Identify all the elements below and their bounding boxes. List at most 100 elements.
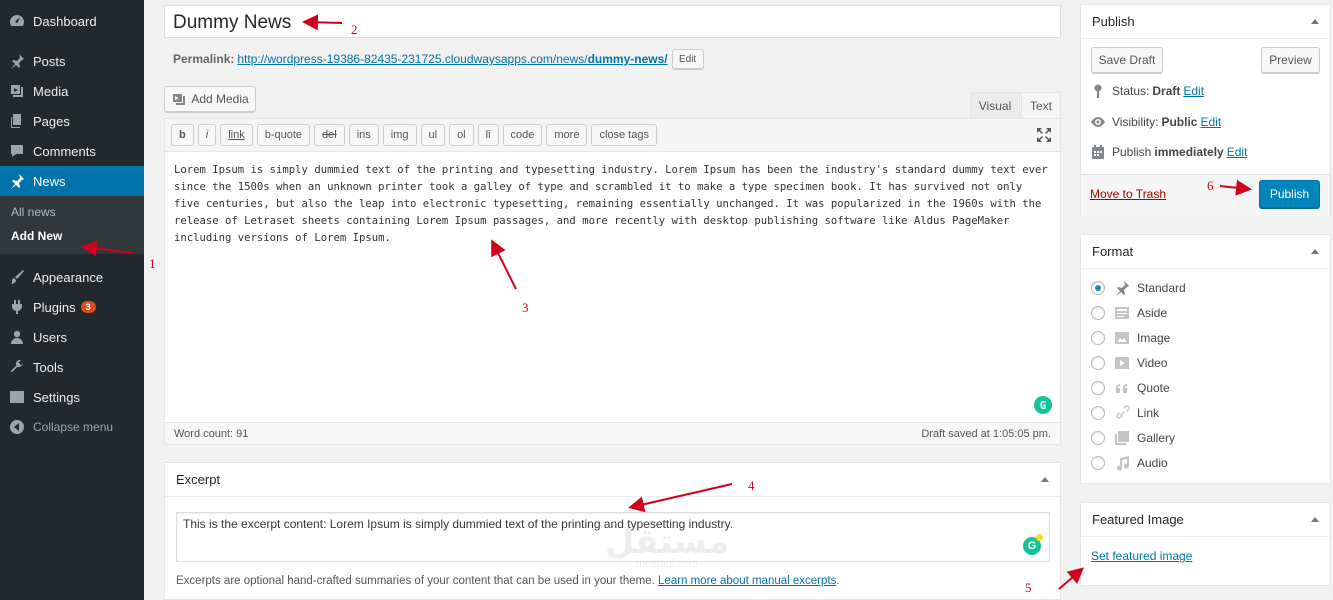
annotation-number-5: 5 bbox=[1025, 580, 1032, 595]
format-option-audio[interactable]: Audio bbox=[1091, 454, 1168, 472]
radio-image[interactable] bbox=[1091, 331, 1105, 345]
featured-image-box: Featured Image Set featured image bbox=[1080, 502, 1331, 586]
radio-audio[interactable] bbox=[1091, 456, 1105, 470]
eye-icon bbox=[1091, 117, 1105, 127]
publish-button[interactable]: Publish bbox=[1259, 180, 1320, 208]
featured-image-toggle-icon[interactable] bbox=[1311, 517, 1319, 522]
sidebar-item-plugins[interactable]: Plugins 3 bbox=[0, 292, 144, 322]
permalink-edit-button[interactable]: Edit bbox=[671, 49, 704, 69]
admin-sidebar: Dashboard Posts Media Pages Comments New… bbox=[0, 0, 144, 600]
sidebar-item-appearance[interactable]: Appearance bbox=[0, 262, 144, 292]
radio-quote[interactable] bbox=[1091, 381, 1105, 395]
permalink-url[interactable]: http://wordpress-19386-82435-231725.clou… bbox=[237, 52, 667, 66]
publish-box: Publish Save Draft Preview Status: Draft … bbox=[1080, 4, 1331, 216]
qt-ol-button[interactable]: ol bbox=[449, 124, 474, 146]
sidebar-item-label: Posts bbox=[33, 53, 66, 69]
content-editor: b i link b-quote del ins img ul ol li co… bbox=[164, 118, 1061, 445]
sidebar-item-pages[interactable]: Pages bbox=[0, 106, 144, 136]
qt-ins-button[interactable]: ins bbox=[348, 124, 379, 146]
sidebar-item-media[interactable]: Media bbox=[0, 76, 144, 106]
format-option-quote[interactable]: Quote bbox=[1091, 379, 1170, 397]
visibility-edit-link[interactable]: Edit bbox=[1200, 115, 1221, 129]
sidebar-item-users[interactable]: Users bbox=[0, 322, 144, 352]
publish-toggle-icon[interactable] bbox=[1311, 19, 1319, 24]
sidebar-item-comments[interactable]: Comments bbox=[0, 136, 144, 166]
comment-icon bbox=[8, 142, 26, 160]
pages-icon bbox=[8, 112, 26, 130]
post-title-input[interactable]: Dummy News bbox=[164, 5, 1061, 38]
qt-close-tags-button[interactable]: close tags bbox=[591, 124, 657, 146]
qt-link-button[interactable]: link bbox=[220, 124, 253, 146]
brush-icon bbox=[8, 268, 26, 286]
tab-text[interactable]: Text bbox=[1021, 92, 1061, 118]
format-toggle-icon[interactable] bbox=[1311, 249, 1319, 254]
sidebar-item-news[interactable]: News bbox=[0, 166, 144, 196]
excerpt-toggle-icon[interactable] bbox=[1041, 477, 1049, 482]
excerpt-textarea[interactable]: This is the excerpt content: Lorem Ipsum… bbox=[176, 512, 1050, 562]
permalink-label: Permalink: bbox=[173, 52, 235, 66]
sidebar-item-posts[interactable]: Posts bbox=[0, 46, 144, 76]
sidebar-item-settings[interactable]: Settings bbox=[0, 382, 144, 412]
sidebar-item-label: Tools bbox=[33, 359, 64, 375]
fullscreen-icon[interactable] bbox=[1036, 127, 1052, 143]
move-to-trash-link[interactable]: Move to Trash bbox=[1090, 187, 1166, 201]
format-option-standard[interactable]: Standard bbox=[1091, 279, 1186, 297]
schedule-edit-link[interactable]: Edit bbox=[1227, 145, 1248, 159]
status-edit-link[interactable]: Edit bbox=[1183, 84, 1204, 98]
sidebar-item-dashboard[interactable]: Dashboard bbox=[0, 6, 144, 36]
format-header[interactable]: Format bbox=[1081, 235, 1330, 269]
radio-gallery[interactable] bbox=[1091, 431, 1105, 445]
sidebar-item-label: News bbox=[33, 173, 66, 189]
sidebar-item-label: Plugins bbox=[33, 299, 76, 315]
format-option-gallery[interactable]: Gallery bbox=[1091, 429, 1175, 447]
sidebar-item-label: Dashboard bbox=[33, 13, 97, 29]
radio-standard[interactable] bbox=[1091, 281, 1105, 295]
qt-del-button[interactable]: del bbox=[314, 124, 345, 146]
qt-img-button[interactable]: img bbox=[382, 124, 417, 146]
draft-saved-status: Draft saved at 1:05:05 pm. bbox=[921, 427, 1051, 440]
grammarly-icon[interactable]: G bbox=[1023, 534, 1043, 555]
qt-blockquote-button[interactable]: b-quote bbox=[256, 124, 311, 146]
annotation-number-1: 1 bbox=[149, 256, 156, 271]
qt-code-button[interactable]: code bbox=[502, 124, 543, 146]
sidebar-item-label: Settings bbox=[33, 389, 80, 405]
excerpt-learn-more-link[interactable]: Learn more about manual excerpts bbox=[658, 575, 836, 587]
set-featured-image-link[interactable]: Set featured image bbox=[1091, 549, 1192, 563]
sidebar-item-tools[interactable]: Tools bbox=[0, 352, 144, 382]
format-option-link[interactable]: Link bbox=[1091, 404, 1159, 422]
radio-link[interactable] bbox=[1091, 406, 1105, 420]
collapse-menu-button[interactable]: Collapse menu bbox=[0, 412, 144, 442]
tab-visual[interactable]: Visual bbox=[970, 92, 1020, 118]
news-submenu: All news Add New bbox=[0, 196, 144, 254]
sidebar-item-label: Pages bbox=[33, 113, 70, 129]
publish-header[interactable]: Publish bbox=[1081, 5, 1330, 39]
permalink: Permalink: http://wordpress-19386-82435-… bbox=[173, 49, 704, 69]
submenu-add-new[interactable]: Add New bbox=[0, 224, 144, 248]
format-option-video[interactable]: Video bbox=[1091, 354, 1167, 372]
save-draft-button[interactable]: Save Draft bbox=[1091, 47, 1163, 73]
grammarly-icon[interactable]: G bbox=[1034, 396, 1052, 414]
featured-image-header[interactable]: Featured Image bbox=[1081, 503, 1330, 537]
radio-aside[interactable] bbox=[1091, 306, 1105, 320]
wrench-icon bbox=[8, 358, 26, 376]
qt-italic-button[interactable]: i bbox=[197, 124, 217, 146]
radio-video[interactable] bbox=[1091, 356, 1105, 370]
excerpt-help-text: Excerpts are optional hand-crafted summa… bbox=[176, 575, 840, 587]
format-option-image[interactable]: Image bbox=[1091, 329, 1170, 347]
word-count: Word count: 91 bbox=[174, 427, 249, 440]
content-textarea[interactable]: Lorem Ipsum is simply dummied text of th… bbox=[165, 152, 1060, 422]
add-media-button[interactable]: Add Media bbox=[164, 86, 256, 112]
qt-more-button[interactable]: more bbox=[546, 124, 588, 146]
link-icon bbox=[1113, 404, 1131, 422]
excerpt-header[interactable]: Excerpt bbox=[165, 463, 1060, 497]
qt-ul-button[interactable]: ul bbox=[420, 124, 446, 146]
excerpt-box: Excerpt This is the excerpt content: Lor… bbox=[164, 462, 1061, 600]
qt-bold-button[interactable]: b bbox=[171, 124, 194, 146]
submenu-all-news[interactable]: All news bbox=[0, 200, 144, 224]
editor-status-bar: Word count: 91 Draft saved at 1:05:05 pm… bbox=[165, 422, 1060, 444]
format-option-aside[interactable]: Aside bbox=[1091, 304, 1167, 322]
preview-button[interactable]: Preview bbox=[1261, 47, 1320, 73]
qt-li-button[interactable]: li bbox=[477, 124, 499, 146]
quicktags-toolbar: b i link b-quote del ins img ul ol li co… bbox=[165, 119, 1060, 152]
annotation-number-2: 2 bbox=[351, 22, 358, 37]
